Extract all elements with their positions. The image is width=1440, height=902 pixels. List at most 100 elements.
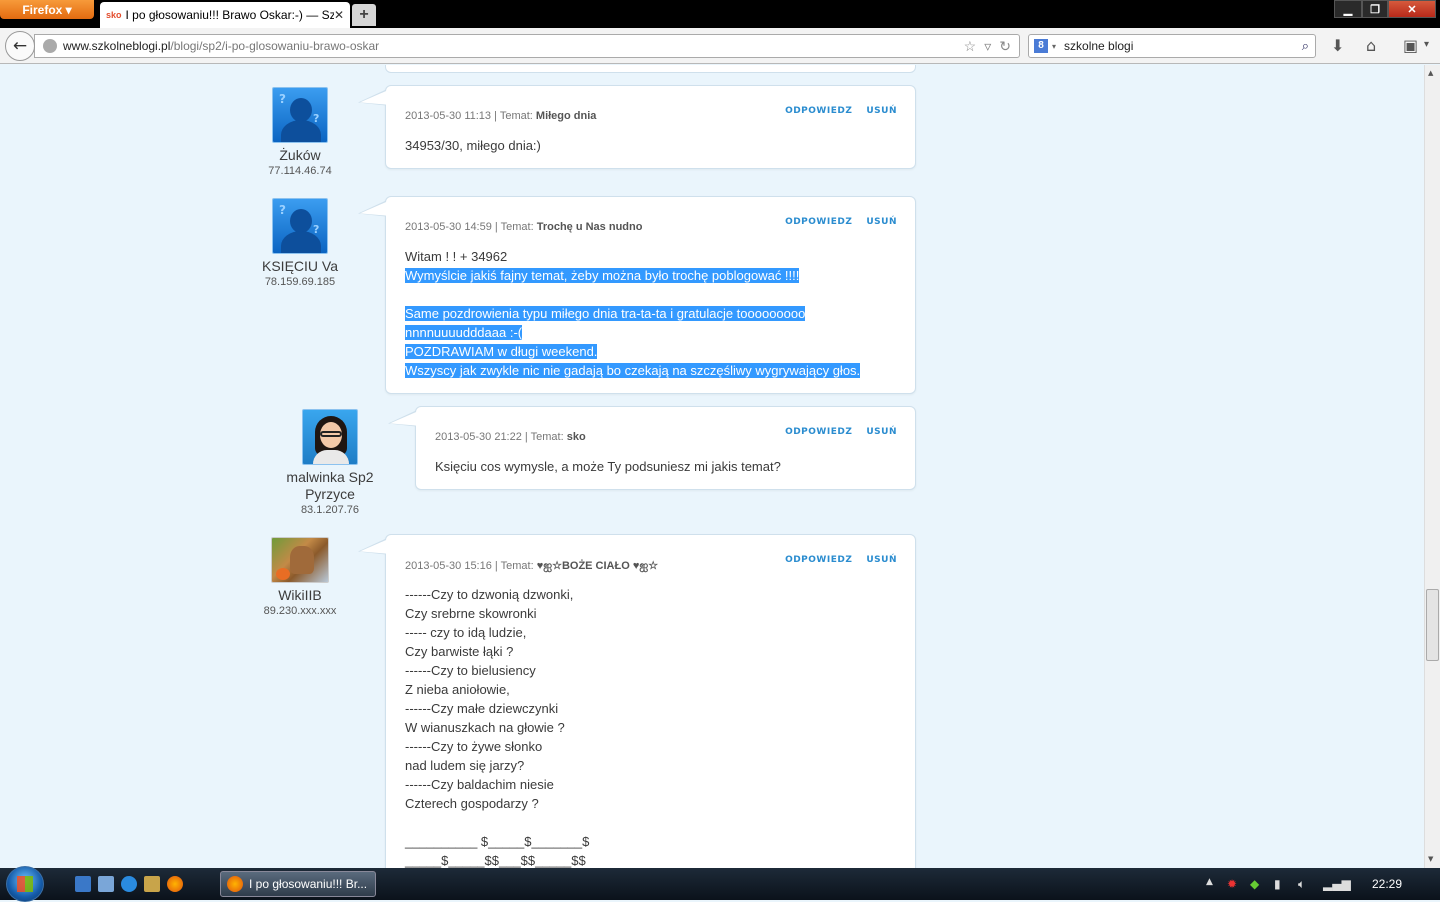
comment-author: WikiIIB 89.230.xxx.xxx (250, 537, 350, 617)
previous-comment-bubble (385, 65, 916, 73)
girl-avatar-icon[interactable] (302, 409, 358, 465)
selected-text-line: POZDRAWIAM w długi weekend. (405, 344, 598, 359)
selected-text-line: nnnnuuuudddaaa :-( (405, 325, 523, 340)
tray-expand-icon[interactable]: ▲ (1206, 877, 1213, 887)
author-ip: 78.159.69.185 (264, 276, 336, 288)
site-identity-icon[interactable] (43, 39, 57, 53)
new-tab-button[interactable]: + (352, 4, 376, 26)
url-bar[interactable]: www.szkolneblogi.pl/blogi/sp2/i-po-gloso… (34, 34, 1020, 58)
back-arrow-icon[interactable]: ← (5, 31, 35, 61)
page-content: ?? Żuków 77.114.46.74 2013-05-30 11:13 |… (0, 65, 1424, 868)
photo-avatar-icon[interactable] (271, 537, 329, 583)
comment-bubble: 2013-05-30 14:59 | Temat: Trochę u Nas n… (385, 196, 916, 394)
taskbar-clock[interactable]: 22:29 (1372, 877, 1402, 891)
comment-meta: 2013-05-30 11:13 | Temat: Miłego dnia (405, 110, 596, 122)
scroll-down-arrow-icon[interactable]: ▼ (1428, 855, 1433, 863)
comment-meta: 2013-05-30 14:59 | Temat: Trochę u Nas n… (405, 221, 642, 233)
close-window-button[interactable]: ✕ (1388, 0, 1436, 18)
minimize-button[interactable]: ▁ (1334, 0, 1362, 18)
search-bar[interactable]: 8 ▾ szkolne blogi ⌕ (1028, 34, 1316, 58)
scroll-up-arrow-icon[interactable]: ▲ (1428, 69, 1433, 77)
selected-text-line: Same pozdrowienia typu miłego dnia tra-t… (405, 306, 806, 321)
bookmark-star-icon[interactable]: ☆ (964, 38, 977, 55)
firefox-menu-button[interactable]: Firefox ▾ (0, 0, 94, 19)
comment-author: ?? KSIĘCIU Va 78.159.69.185 (258, 198, 342, 288)
tab-title: I po głosowaniu!!! Brawo Oskar:-) — Szk.… (125, 8, 334, 22)
default-avatar-icon[interactable]: ?? (272, 87, 328, 143)
comment-topic: sko (566, 431, 586, 443)
volume-icon[interactable]: 🔈︎ (1298, 877, 1305, 892)
author-ip: 83.1.207.76 (300, 504, 360, 516)
comment-meta: 2013-05-30 15:16 | Temat: ♥ஐ☆BOŻE CIAŁO … (405, 559, 658, 574)
comment-date: 2013-05-30 15:16 (405, 560, 492, 572)
url-path: /blogi/sp2/i-po-glosowaniu-brawo-oskar (170, 39, 380, 53)
comment-date: 2013-05-30 21:22 (435, 431, 522, 443)
download-icon[interactable]: ⬇ (1331, 36, 1344, 55)
internet-explorer-icon[interactable] (121, 876, 137, 892)
delete-button[interactable]: USUŃ (866, 217, 897, 227)
scrollbar-thumb[interactable] (1426, 589, 1439, 661)
author-name[interactable]: malwinka Sp2 Pyrzyce (280, 469, 380, 503)
comment-bubble: 2013-05-30 21:22 | Temat: sko ODPOWIEDZ U… (415, 406, 916, 490)
author-name[interactable]: Żuków (258, 147, 342, 164)
firefox-icon[interactable] (167, 876, 183, 892)
comment-topic: Trochę u Nas nudno (536, 221, 643, 233)
addon-icon[interactable]: ▣ (1403, 36, 1418, 55)
power-tray-icon[interactable]: ▮ (1274, 877, 1281, 891)
reply-button[interactable]: ODPOWIEDZ (785, 106, 852, 116)
folder-icon[interactable] (144, 876, 160, 892)
search-engine-dropdown-icon[interactable]: ▾ (1052, 42, 1056, 51)
comment-bubble: 2013-05-30 11:13 | Temat: Miłego dnia OD… (385, 85, 916, 169)
selected-text-line: Wszyscy jak zwykle nic nie gadają bo cze… (405, 363, 861, 378)
taskbar-window-button[interactable]: I po głosowaniu!!! Br... (220, 871, 376, 897)
maximize-button[interactable]: ❐ (1362, 0, 1388, 18)
addon-dropdown-icon[interactable]: ▾ (1424, 39, 1429, 50)
vertical-scrollbar[interactable]: ▲ ▼ (1424, 65, 1440, 868)
comment-bubble: 2013-05-30 15:16 | Temat: ♥ஐ☆BOŻE CIAŁO … (385, 534, 916, 868)
magnifier-icon[interactable]: ⌕ (1302, 38, 1309, 54)
update-tray-icon[interactable]: ◆ (1250, 877, 1259, 891)
tab-active[interactable]: sko I po głosowaniu!!! Brawo Oskar:-) — … (100, 2, 350, 28)
reload-icon[interactable]: ↻ (999, 38, 1011, 55)
author-name[interactable]: KSIĘCIU Va (258, 258, 342, 275)
firefox-menu-label: Firefox (22, 2, 63, 17)
comment-topic-label: | Temat: (524, 431, 564, 443)
default-avatar-icon[interactable]: ?? (272, 198, 328, 254)
comment-author: ?? Żuków 77.114.46.74 (258, 87, 342, 177)
windows-taskbar: I po głosowaniu!!! Br... ▲ ✹ ◆ ▮ 🔈︎ ▂▄▆ … (0, 866, 1440, 902)
reply-button[interactable]: ODPOWIEDZ (785, 555, 852, 565)
home-icon[interactable]: ⌂ (1366, 36, 1376, 55)
comment-topic: Miłego dnia (535, 110, 597, 122)
comment-text-line: Witam ! ! + 34962 (405, 249, 508, 264)
author-name[interactable]: WikiIIB (250, 587, 350, 604)
comment-date: 2013-05-30 11:13 (405, 110, 492, 122)
delete-button[interactable]: USUŃ (866, 427, 897, 437)
taskbar-window-title: I po głosowaniu!!! Br... (249, 877, 368, 891)
url-host: www.szkolneblogi.pl (63, 39, 171, 53)
search-engine-icon[interactable]: 8 (1034, 39, 1048, 53)
comment-text: Księciu cos wymysle, a może Ty podsunies… (435, 459, 781, 474)
tab-close-icon[interactable]: ✕ (334, 8, 344, 22)
window-titlebar: Firefox ▾ sko I po głosowaniu!!! Brawo O… (0, 0, 1440, 28)
delete-button[interactable]: USUŃ (866, 106, 897, 116)
show-desktop-icon[interactable] (75, 876, 91, 892)
start-button[interactable] (6, 866, 44, 902)
tab-favicon: sko (106, 10, 122, 20)
comment-meta: 2013-05-30 21:22 | Temat: sko (435, 431, 586, 443)
reply-button[interactable]: ODPOWIEDZ (785, 427, 852, 437)
selected-text-line: Wymyślcie jakiś fajny temat, żeby można … (405, 268, 800, 283)
firefox-icon (227, 876, 243, 892)
comment-date: 2013-05-30 14:59 (405, 221, 492, 233)
windows-logo-icon (17, 876, 33, 892)
reply-button[interactable]: ODPOWIEDZ (785, 217, 852, 227)
explorer-icon[interactable] (98, 876, 114, 892)
url-history-dropdown-icon[interactable]: ▿ (984, 38, 991, 55)
delete-button[interactable]: USUŃ (866, 555, 897, 565)
comment-text: Witam ! ! + 34962 Wymyślcie jakiś fajny … (405, 247, 861, 380)
comment-topic: ♥ஐ☆BOŻE CIAŁO ♥ஐ☆ (536, 560, 659, 572)
antivirus-tray-icon[interactable]: ✹ (1227, 877, 1237, 891)
comment-author: malwinka Sp2 Pyrzyce 83.1.207.76 (280, 409, 380, 516)
network-signal-icon[interactable]: ▂▄▆ (1323, 877, 1351, 891)
comment-topic-label: | Temat: (494, 110, 533, 122)
search-input[interactable]: szkolne blogi (1064, 39, 1133, 53)
